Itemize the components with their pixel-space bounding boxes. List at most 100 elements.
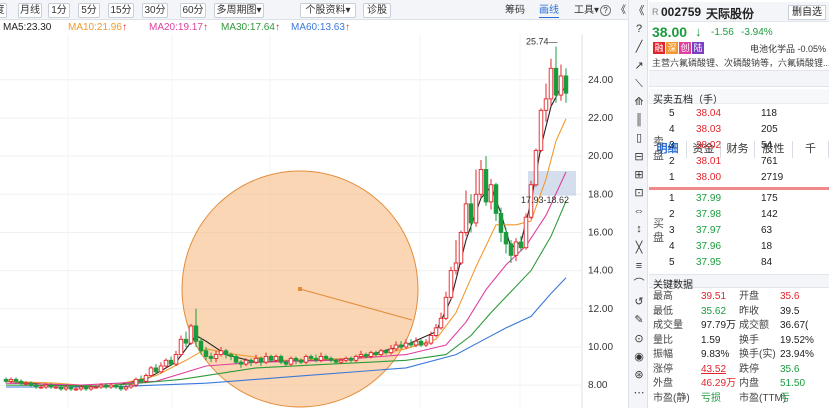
- stock-tag[interactable]: 深: [666, 42, 678, 54]
- ob-volume: 2719: [761, 172, 784, 183]
- key-data-title: 关键数据: [653, 280, 693, 291]
- key-data-table: 最高 39.51 开盘 35.6 最低 35.62 昨收 39.5 成交量 97.79万 成交额 36…: [649, 291, 829, 408]
- quote-panel: R 002759 天际股份 删自选 38.00 ↓ -1.56 -3.94% 融…: [649, 0, 829, 408]
- key-data-value: 39.51: [701, 291, 727, 302]
- candle[interactable]: [458, 230, 464, 265]
- draw-tool-icon[interactable]: ≡: [631, 259, 647, 273]
- ob-price[interactable]: 38.04: [696, 108, 721, 119]
- ob-price[interactable]: 38.00: [696, 172, 721, 183]
- ob-price[interactable]: 38.01: [696, 156, 721, 167]
- draw-tool-icon[interactable]: ⊟: [631, 150, 647, 164]
- circle-center-handle[interactable]: [298, 287, 302, 291]
- drawline-button[interactable]: 画线: [539, 4, 559, 18]
- key-data-value: 19.52%: [780, 334, 814, 346]
- tools-button[interactable]: 工具▾: [574, 4, 599, 17]
- ob-price[interactable]: 37.95: [696, 257, 721, 268]
- period-button[interactable]: 5分: [78, 3, 100, 18]
- draw-tool-icon[interactable]: ✎: [631, 313, 647, 327]
- candle[interactable]: [533, 148, 539, 187]
- period-button[interactable]: 15分: [108, 3, 134, 18]
- diagnose-button[interactable]: 诊股: [363, 3, 391, 18]
- ob-volume: 118: [761, 108, 777, 119]
- ob-price[interactable]: 37.99: [696, 193, 721, 204]
- ob-level: 4: [669, 124, 675, 135]
- ob-level: 3: [669, 225, 675, 236]
- draw-tool-icon[interactable]: ⟰: [631, 95, 647, 109]
- buy-side-label: 盘: [653, 232, 664, 244]
- period-button[interactable]: 30分: [142, 3, 168, 18]
- ma-legend-item: MA10:21.96↑: [68, 21, 127, 34]
- candle[interactable]: [188, 324, 194, 346]
- period-button[interactable]: 1分: [48, 3, 70, 18]
- period-button[interactable]: 60分: [180, 3, 206, 18]
- draw-tool-icon[interactable]: ⟍: [631, 77, 647, 91]
- candle[interactable]: [523, 213, 529, 250]
- ma-value: MA20:19.17: [149, 22, 203, 33]
- draw-tool-icon[interactable]: ⊞: [631, 168, 647, 182]
- ob-price[interactable]: 37.96: [696, 241, 721, 252]
- industry-label[interactable]: 电池化学品 -0.05%: [750, 42, 826, 55]
- ob-level: 3: [669, 140, 675, 151]
- y-tick-label: 10.00: [588, 342, 613, 353]
- key-data-label: 量比: [653, 334, 673, 346]
- draw-tool-icon[interactable]: ╳: [631, 241, 647, 255]
- stock-tag[interactable]: 创: [679, 42, 691, 54]
- ob-price[interactable]: 38.02: [696, 140, 721, 151]
- chevron-down-icon: ▾: [256, 5, 262, 16]
- kline-chart[interactable]: 8.00 10.00 12.00 14.00 16.00 18.00 20.00 22.00 2…: [0, 34, 628, 408]
- key-data-value: 36.67(: [780, 320, 809, 331]
- ma-value: MA10:21.96: [68, 22, 122, 33]
- ob-volume: 18: [761, 241, 773, 252]
- draw-tool-icon[interactable]: ⌒: [631, 277, 647, 291]
- key-data-label: 成交额: [739, 320, 769, 331]
- chips-button[interactable]: 筹码: [505, 4, 525, 17]
- tags-row: 融深创陆 电池化学品 -0.05%: [649, 41, 829, 55]
- key-data-label: 跌停: [739, 363, 759, 375]
- draw-tool-icon[interactable]: ◉: [631, 350, 647, 364]
- candle[interactable]: [448, 266, 454, 300]
- multi-period-button[interactable]: 多周期图▾: [214, 3, 264, 18]
- draw-tool-icon[interactable]: ⊡: [631, 186, 647, 200]
- period-button[interactable]: 度: [0, 3, 7, 18]
- key-data-value: 97.79万: [701, 320, 737, 331]
- ob-volume: 205: [761, 124, 778, 135]
- ob-volume: 63: [761, 225, 773, 236]
- draw-tool-icon[interactable]: ↺: [631, 295, 647, 309]
- candle[interactable]: [538, 108, 544, 153]
- draw-tool-icon[interactable]: ⋯: [631, 386, 647, 400]
- ob-price[interactable]: 37.98: [696, 209, 721, 220]
- stock-code: 002759: [661, 5, 702, 19]
- candle[interactable]: [148, 366, 154, 378]
- key-data-value: 亏: [780, 392, 790, 404]
- key-data-label: 开盘: [739, 291, 759, 302]
- key-data-label: 振幅: [653, 349, 673, 360]
- stock-info-button[interactable]: 个股资料▾: [300, 3, 356, 18]
- ob-price[interactable]: 37.97: [696, 225, 721, 236]
- arrow-up-icon: ↑: [121, 22, 127, 33]
- ma-legend-item: MA60:13.63↑: [291, 21, 350, 34]
- draw-tool-icon[interactable]: ⇔: [631, 204, 647, 218]
- remove-watchlist-button[interactable]: 删自选: [788, 5, 826, 20]
- draw-tool-icon[interactable]: 《: [631, 4, 647, 18]
- key-data-label: 涨停: [653, 363, 673, 375]
- draw-tool-icon[interactable]: ↗: [631, 59, 647, 73]
- draw-tool-icon[interactable]: ⊙: [631, 332, 647, 346]
- draw-tool-icon[interactable]: ╱: [631, 40, 647, 54]
- price-row: 38.00 ↓ -1.56 -3.94%: [649, 23, 829, 41]
- y-tick-label: 14.00: [588, 266, 613, 277]
- draw-tool-icon[interactable]: ⊛: [631, 368, 647, 382]
- draw-tool-icon[interactable]: ↕: [631, 222, 647, 236]
- draw-tool-icon[interactable]: ║: [631, 113, 647, 127]
- stock-tag[interactable]: 陆: [692, 42, 704, 54]
- ob-level: 1: [669, 172, 675, 183]
- draw-tool-icon[interactable]: ▯: [631, 131, 647, 145]
- key-data-label: 昨收: [739, 305, 759, 317]
- orderbook-header: 买卖五档（手）: [649, 89, 829, 106]
- ob-price[interactable]: 38.03: [696, 124, 721, 135]
- period-button[interactable]: 月线: [18, 3, 42, 18]
- collapse-icon[interactable]: 《: [616, 4, 626, 17]
- draw-tool-icon[interactable]: ?: [631, 22, 647, 36]
- stock-tag[interactable]: 融: [653, 42, 665, 54]
- key-data-value: 1.59: [701, 334, 721, 346]
- help-icon[interactable]: ?: [600, 5, 611, 16]
